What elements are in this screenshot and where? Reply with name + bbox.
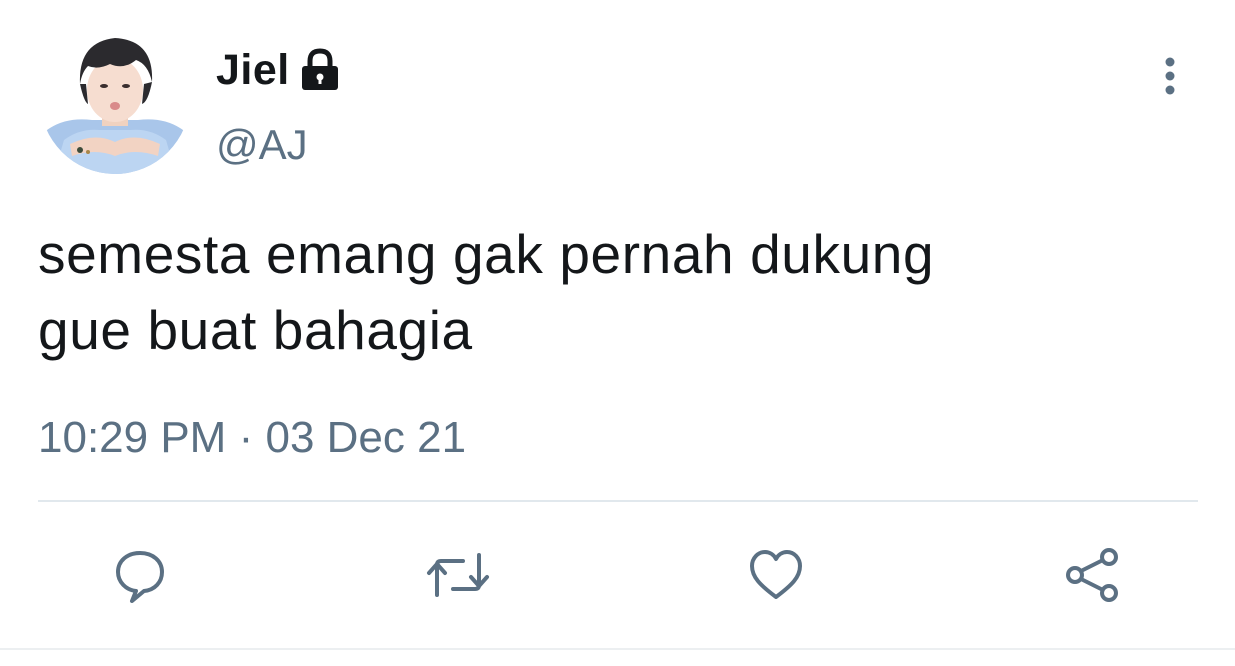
reply-button[interactable] (105, 540, 175, 610)
comment-icon (116, 551, 164, 603)
tweet-time: 10:29 PM (38, 413, 227, 462)
avatar-image (40, 24, 190, 174)
tweet-card: Jiel @AJ semesta emang gak pernah dukung… (0, 0, 1235, 666)
avatar[interactable] (40, 24, 190, 174)
timestamp-separator: · (238, 413, 254, 462)
display-name-row: Jiel (216, 40, 342, 100)
tweet-timestamp[interactable]: 10:29 PM · 03 Dec 21 (38, 412, 466, 465)
bottom-divider (0, 648, 1235, 650)
tweet-text: semesta emang gak pernah dukung gue buat… (38, 216, 1138, 368)
heart-icon (750, 550, 802, 599)
more-vertical-icon[interactable] (1152, 52, 1188, 100)
retweet-button[interactable] (423, 540, 493, 610)
tweet-text-line: semesta emang gak pernah dukung (38, 223, 935, 285)
user-handle[interactable]: @AJ (216, 120, 308, 170)
retweet-icon (427, 553, 489, 597)
tweet-date: 03 Dec 21 (265, 413, 467, 462)
like-button[interactable] (741, 540, 811, 610)
share-button[interactable] (1058, 540, 1128, 610)
divider (38, 500, 1198, 502)
lock-icon (298, 47, 342, 93)
display-name[interactable]: Jiel (216, 48, 290, 92)
tweet-text-line: gue buat bahagia (38, 299, 473, 361)
share-icon (1066, 548, 1118, 602)
